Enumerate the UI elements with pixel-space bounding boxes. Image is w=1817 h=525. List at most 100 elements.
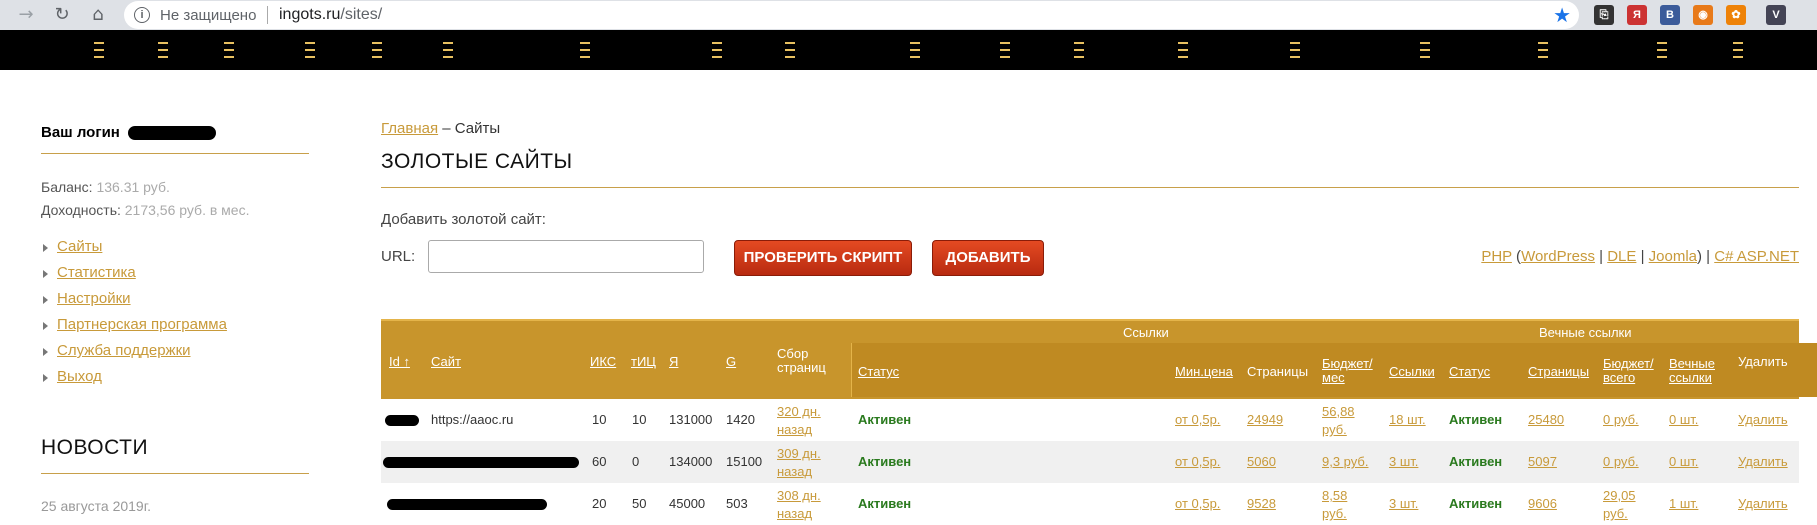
- address-bar[interactable]: i Не защищено ingots.ru/sites/ ★: [124, 1, 1579, 29]
- min-price-link[interactable]: от 0,5р.: [1175, 454, 1220, 469]
- delete-link[interactable]: Удалить: [1738, 496, 1788, 511]
- extension-vk-icon[interactable]: B: [1660, 5, 1680, 25]
- bookmark-item[interactable]: [910, 42, 920, 44]
- bookmark-item[interactable]: [372, 42, 382, 44]
- balance-row: Баланс: 136.31 руб.: [41, 179, 170, 195]
- col-id[interactable]: Id ↑: [389, 355, 410, 369]
- bookmark-item[interactable]: [1420, 42, 1430, 44]
- delete-link[interactable]: Удалить: [1738, 454, 1788, 469]
- extension-shield-icon[interactable]: V: [1766, 5, 1786, 25]
- min-price-link[interactable]: от 0,5р.: [1175, 412, 1220, 427]
- collect-link[interactable]: 309 дн. назад: [777, 445, 829, 481]
- bookmark-item[interactable]: [580, 42, 590, 44]
- min-price-link[interactable]: от 0,5р.: [1175, 496, 1220, 511]
- eternal-links-link[interactable]: 1 шт.: [1669, 496, 1698, 511]
- url-text[interactable]: ingots.ru/sites/: [279, 6, 382, 24]
- info-icon[interactable]: i: [134, 7, 150, 23]
- bookmark-item[interactable]: [305, 42, 315, 44]
- budget-link[interactable]: 8,58 руб.: [1322, 487, 1364, 523]
- eternal-budget-link[interactable]: 0 руб.: [1603, 454, 1639, 469]
- wordpress-link[interactable]: WordPress: [1521, 248, 1595, 265]
- pages-link[interactable]: 9528: [1247, 496, 1276, 511]
- col-status[interactable]: Статус: [858, 365, 899, 379]
- links-link[interactable]: 18 шт.: [1389, 412, 1426, 427]
- bookmark-item[interactable]: [443, 42, 453, 44]
- sidebar-item-label[interactable]: Статистика: [57, 264, 136, 281]
- bookmark-item[interactable]: [712, 42, 722, 44]
- links-link[interactable]: 3 шт.: [1389, 454, 1418, 469]
- pages-link[interactable]: 5060: [1247, 454, 1276, 469]
- sidebar-item-settings[interactable]: Настройки: [41, 290, 227, 316]
- col-eternal-status[interactable]: Статус: [1449, 365, 1490, 379]
- sidebar-item-label[interactable]: Сайты: [57, 238, 102, 255]
- sidebar-item-label[interactable]: Выход: [57, 368, 102, 385]
- col-budget[interactable]: Бюджет/ мес: [1322, 357, 1378, 385]
- col-links[interactable]: Ссылки: [1389, 365, 1435, 379]
- forward-icon[interactable]: →: [14, 3, 38, 27]
- eternal-pages-link[interactable]: 25480: [1528, 412, 1564, 427]
- bookmark-item[interactable]: [1074, 42, 1084, 44]
- col-min-price[interactable]: Мин.цена: [1175, 365, 1233, 379]
- col-eternal-pages[interactable]: Страницы: [1528, 365, 1589, 379]
- joomla-link[interactable]: Joomla: [1649, 248, 1697, 265]
- extension-yandex-icon[interactable]: Я: [1627, 5, 1647, 25]
- col-eternal-links[interactable]: Вечные ссылки: [1669, 357, 1723, 385]
- bookmark-item[interactable]: [224, 42, 234, 44]
- sidebar-item-statistics[interactable]: Статистика: [41, 264, 227, 290]
- sidebar-item-logout[interactable]: Выход: [41, 368, 227, 394]
- eternal-links-link[interactable]: 0 шт.: [1669, 412, 1698, 427]
- sidebar-item-label[interactable]: Служба поддержки: [57, 342, 191, 359]
- add-site-label: Добавить золотой сайт:: [381, 211, 546, 228]
- bookmark-star-icon[interactable]: ★: [1553, 3, 1571, 27]
- reload-icon[interactable]: ↻: [50, 3, 74, 27]
- header-group-links: Ссылки: [1123, 325, 1169, 340]
- sidebar-item-support[interactable]: Служба поддержки: [41, 342, 227, 368]
- bookmark-item[interactable]: [1733, 42, 1743, 44]
- bookmark-item[interactable]: [1538, 42, 1548, 44]
- extension-icon-1[interactable]: ⎘: [1594, 5, 1614, 25]
- col-tic[interactable]: тИЦ: [631, 355, 656, 369]
- php-link[interactable]: PHP: [1481, 248, 1512, 265]
- bookmark-item[interactable]: [1178, 42, 1188, 44]
- bookmark-item[interactable]: [785, 42, 795, 44]
- eternal-budget-link[interactable]: 0 руб.: [1603, 412, 1639, 427]
- collect-link[interactable]: 320 дн. назад: [777, 403, 829, 439]
- url-path: /sites/: [340, 6, 383, 23]
- budget-link[interactable]: 56,88 руб.: [1322, 403, 1364, 439]
- bookmark-item[interactable]: [1000, 42, 1010, 44]
- sidebar-item-label[interactable]: Партнерская программа: [57, 316, 227, 333]
- sidebar-item-sites[interactable]: Сайты: [41, 238, 227, 264]
- redacted-site: [383, 457, 579, 468]
- col-ya[interactable]: Я: [669, 355, 678, 369]
- add-button[interactable]: ДОБАВИТЬ: [932, 240, 1044, 276]
- bookmark-item[interactable]: [1657, 42, 1667, 44]
- eternal-status-badge: Активен: [1449, 496, 1503, 511]
- budget-link[interactable]: 9,3 руб.: [1322, 454, 1368, 469]
- col-g[interactable]: G: [726, 355, 736, 369]
- url-input[interactable]: [428, 240, 704, 273]
- collect-link[interactable]: 308 дн. назад: [777, 487, 829, 523]
- eternal-links-link[interactable]: 0 шт.: [1669, 454, 1698, 469]
- eternal-budget-link[interactable]: 29,05 руб.: [1603, 487, 1645, 523]
- bookmark-item[interactable]: [94, 42, 104, 44]
- col-site[interactable]: Сайт: [431, 355, 461, 369]
- check-script-button[interactable]: ПРОВЕРИТЬ СКРИПТ: [734, 240, 912, 276]
- eternal-pages-link[interactable]: 5097: [1528, 454, 1557, 469]
- extension-ok-icon[interactable]: ✿: [1726, 5, 1746, 25]
- col-eternal-budget[interactable]: Бюджет/ всего: [1603, 357, 1659, 385]
- eternal-pages-link[interactable]: 9606: [1528, 496, 1557, 511]
- bookmark-item[interactable]: [158, 42, 168, 44]
- delete-link[interactable]: Удалить: [1738, 412, 1788, 427]
- pages-link[interactable]: 24949: [1247, 412, 1283, 427]
- dle-link[interactable]: DLE: [1607, 248, 1636, 265]
- csharp-link[interactable]: C# ASP.NET: [1714, 248, 1799, 265]
- breadcrumb-home[interactable]: Главная: [381, 120, 438, 137]
- home-icon[interactable]: ⌂: [86, 3, 110, 27]
- sites-table: Ссылки Вечные ссылки Id ↑ Сайт ИКС тИЦ Я…: [381, 319, 1817, 525]
- bookmark-item[interactable]: [1290, 42, 1300, 44]
- col-iks[interactable]: ИКС: [590, 355, 616, 369]
- links-link[interactable]: 3 шт.: [1389, 496, 1418, 511]
- sidebar-item-label[interactable]: Настройки: [57, 290, 131, 307]
- rss-icon[interactable]: ◉: [1693, 5, 1713, 25]
- sidebar-item-partners[interactable]: Партнерская программа: [41, 316, 227, 342]
